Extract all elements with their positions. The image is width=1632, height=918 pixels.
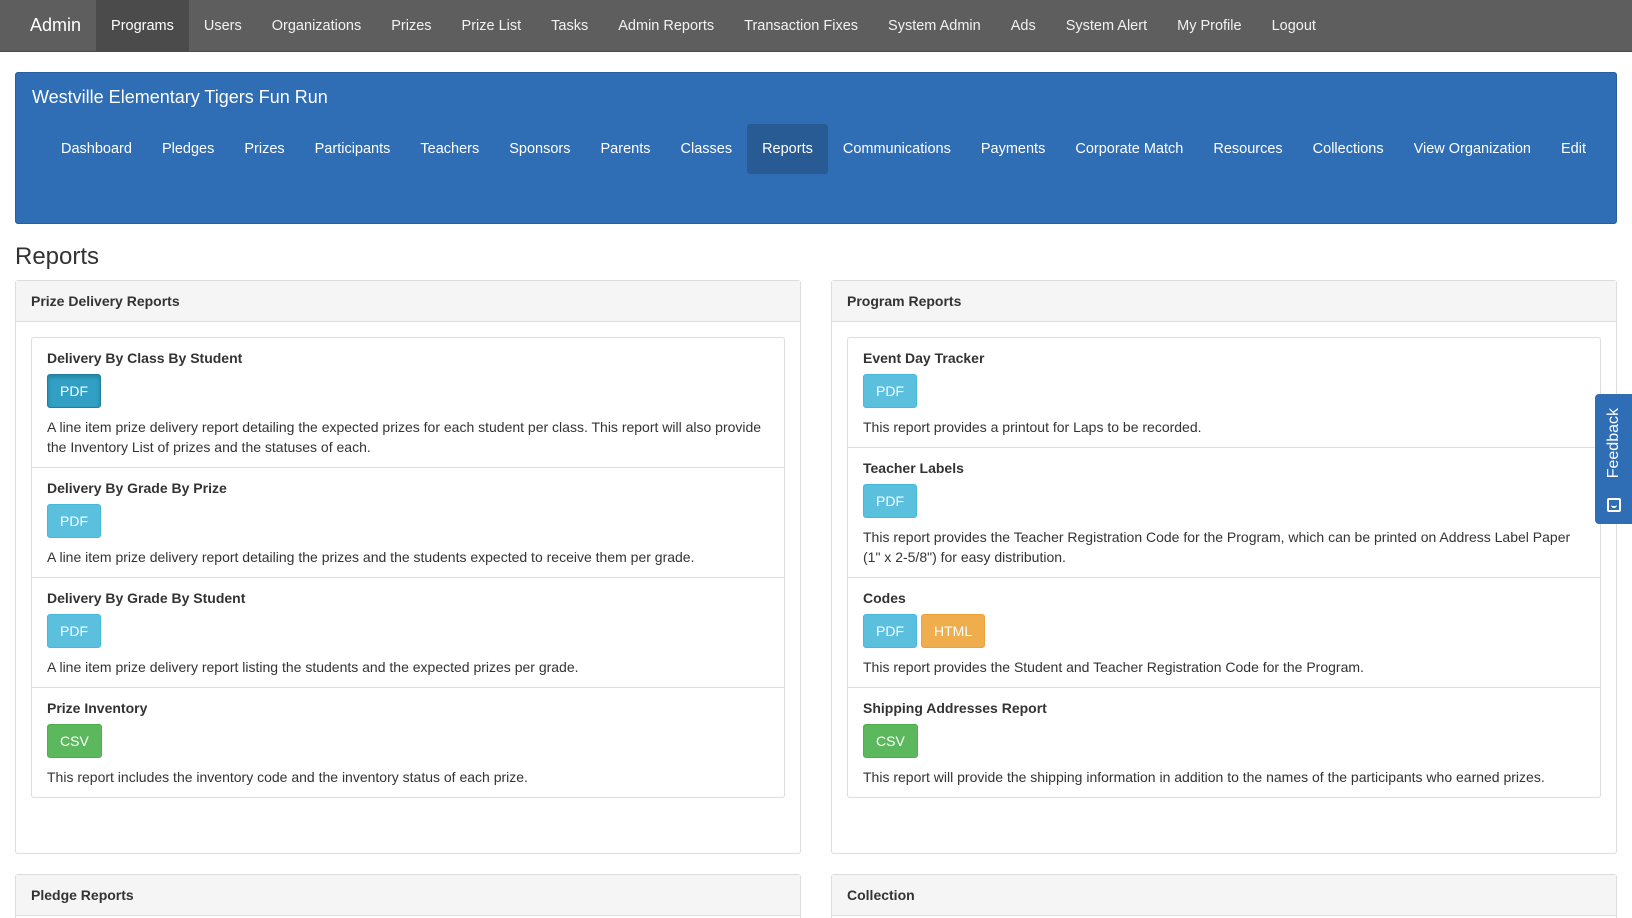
report-description: This report will provide the shipping in… <box>863 769 1545 785</box>
report-title: Delivery By Class By Student <box>47 350 243 366</box>
nav-prize-list[interactable]: Prize List <box>447 0 537 52</box>
report-title: Shipping Addresses Report <box>863 700 1047 716</box>
nav-admin-reports[interactable]: Admin Reports <box>603 0 729 52</box>
pdf-button[interactable]: PDF <box>863 374 917 408</box>
report-description: This report provides a printout for Laps… <box>863 419 1202 435</box>
tab-view-organization[interactable]: View Organization <box>1399 124 1546 174</box>
tab-pledges[interactable]: Pledges <box>147 124 229 174</box>
pdf-button[interactable]: PDF <box>863 614 917 648</box>
nav-organizations[interactable]: Organizations <box>257 0 376 52</box>
csv-button[interactable]: CSV <box>47 724 102 758</box>
feedback-tab[interactable]: Feedback <box>1595 394 1632 524</box>
report-description: A line item prize delivery report listin… <box>47 659 579 675</box>
tab-reports[interactable]: Reports <box>747 124 828 174</box>
pdf-button[interactable]: PDF <box>47 614 101 648</box>
program-reports-list: Event Day Tracker PDF This report provid… <box>847 337 1601 798</box>
nav-programs[interactable]: Programs <box>96 0 189 52</box>
feedback-smile-icon <box>1606 498 1621 512</box>
report-description: This report provides the Teacher Registr… <box>863 529 1571 565</box>
report-title: Event Day Tracker <box>863 350 985 366</box>
nav-system-admin[interactable]: System Admin <box>873 0 996 52</box>
list-item: Delivery By Grade By Prize PDF A line it… <box>32 468 784 578</box>
prize-delivery-panel: Prize Delivery Reports Delivery By Class… <box>15 280 801 854</box>
pdf-button[interactable]: PDF <box>47 374 101 408</box>
organization-title: Westville Elementary Tigers Fun Run <box>32 87 328 107</box>
nav-logout[interactable]: Logout <box>1257 0 1331 52</box>
report-title: Delivery By Grade By Prize <box>47 480 227 496</box>
pdf-button[interactable]: PDF <box>863 484 917 518</box>
tab-communications[interactable]: Communications <box>828 124 966 174</box>
list-item: Prize Inventory CSV This report includes… <box>32 688 784 797</box>
tab-collections[interactable]: Collections <box>1298 124 1399 174</box>
nav-prizes[interactable]: Prizes <box>376 0 446 52</box>
tab-edit[interactable]: Edit <box>1546 124 1601 174</box>
html-button[interactable]: HTML <box>921 614 986 648</box>
collection-heading: Collection <box>832 875 1616 916</box>
tab-classes[interactable]: Classes <box>666 124 748 174</box>
list-item: Delivery By Grade By Student PDF A line … <box>32 578 784 688</box>
list-item: Teacher Labels PDF This report provides … <box>848 448 1600 578</box>
page-title: Reports <box>15 243 100 270</box>
pledge-reports-panel: Pledge Reports <box>15 874 801 918</box>
nav-tasks[interactable]: Tasks <box>536 0 603 52</box>
organization-panel: Westville Elementary Tigers Fun Run Dash… <box>15 72 1617 224</box>
brand-admin[interactable]: Admin <box>0 0 96 52</box>
nav-transaction-fixes[interactable]: Transaction Fixes <box>729 0 873 52</box>
report-description: This report provides the Student and Tea… <box>863 659 1364 675</box>
list-item: Shipping Addresses Report CSV This repor… <box>848 688 1600 797</box>
report-title: Delivery By Grade By Student <box>47 590 246 606</box>
list-item: Codes PDF HTML This report provides the … <box>848 578 1600 688</box>
report-description: This report includes the inventory code … <box>47 769 528 785</box>
list-item: Delivery By Class By Student PDF A line … <box>32 338 784 468</box>
pledge-reports-heading: Pledge Reports <box>16 875 800 916</box>
report-title: Codes <box>863 590 906 606</box>
tab-corporate-match[interactable]: Corporate Match <box>1060 124 1198 174</box>
top-navbar: Admin Programs Users Organizations Prize… <box>0 0 1632 52</box>
prize-delivery-heading: Prize Delivery Reports <box>16 281 800 322</box>
report-title: Prize Inventory <box>47 700 148 716</box>
tab-parents[interactable]: Parents <box>586 124 666 174</box>
program-reports-heading: Program Reports <box>832 281 1616 322</box>
tab-sponsors[interactable]: Sponsors <box>494 124 585 174</box>
tab-payments[interactable]: Payments <box>966 124 1060 174</box>
report-title: Teacher Labels <box>863 460 964 476</box>
csv-button[interactable]: CSV <box>863 724 918 758</box>
nav-users[interactable]: Users <box>189 0 257 52</box>
nav-ads[interactable]: Ads <box>996 0 1051 52</box>
prize-delivery-list: Delivery By Class By Student PDF A line … <box>31 337 785 798</box>
tab-resources[interactable]: Resources <box>1198 124 1297 174</box>
tab-prizes[interactable]: Prizes <box>229 124 299 174</box>
report-description: A line item prize delivery report detail… <box>47 419 762 455</box>
list-item: Event Day Tracker PDF This report provid… <box>848 338 1600 448</box>
feedback-label: Feedback <box>1604 408 1622 479</box>
nav-my-profile[interactable]: My Profile <box>1162 0 1256 52</box>
tab-dashboard[interactable]: Dashboard <box>46 124 147 174</box>
program-reports-panel: Program Reports Event Day Tracker PDF Th… <box>831 280 1617 854</box>
tab-participants[interactable]: Participants <box>300 124 406 174</box>
collection-panel: Collection <box>831 874 1617 918</box>
organization-nav: Dashboard Pledges Prizes Participants Te… <box>46 124 1606 174</box>
report-description: A line item prize delivery report detail… <box>47 549 695 565</box>
tab-teachers[interactable]: Teachers <box>405 124 494 174</box>
pdf-button[interactable]: PDF <box>47 504 101 538</box>
nav-system-alert[interactable]: System Alert <box>1051 0 1162 52</box>
